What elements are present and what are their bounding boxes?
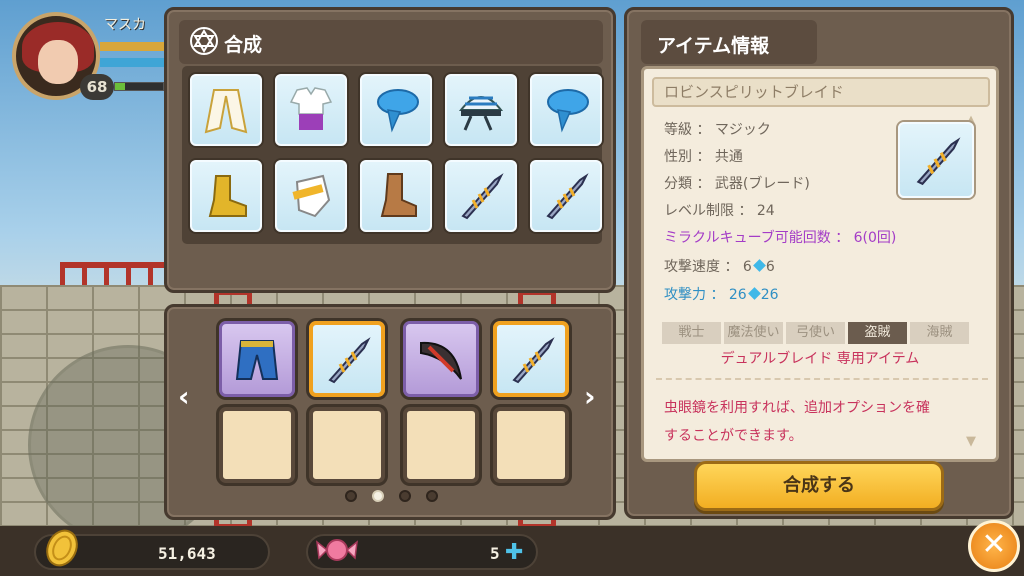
attack-speed-gem-value: 6 — [765, 259, 775, 275]
job-tag-archer: 弓使い — [786, 322, 845, 344]
stat-level-req: レベル制限 ： 24 — [664, 203, 775, 219]
description-line-2: することができます。 — [664, 428, 803, 444]
item-info-title: アイテム情報 — [657, 35, 770, 57]
add-candy-icon[interactable]: ✚ — [505, 540, 523, 565]
blade-icon — [512, 337, 555, 384]
gloves-icon — [292, 174, 331, 218]
job-tags: 戦士 魔法使い 弓使い 盗賊 海賊 — [662, 322, 969, 344]
katara-icon — [420, 341, 462, 380]
page-dot[interactable] — [426, 490, 438, 502]
blade-icon — [461, 173, 504, 220]
stat-grade: 等級 ： マジック — [664, 122, 771, 138]
next-page-arrow-icon[interactable]: › — [584, 380, 596, 413]
empty-material-slot[interactable] — [493, 407, 569, 483]
page-dot-active[interactable] — [372, 490, 384, 502]
shirt-icon — [289, 87, 333, 130]
mp-bar — [100, 58, 164, 67]
white-cape-icon — [204, 89, 248, 134]
stat-category: 分類 ： 武器(ブレード) — [664, 176, 810, 192]
job-tag-magician: 魔法使い — [724, 322, 783, 344]
material-panel — [164, 304, 616, 520]
blade-icon — [546, 173, 589, 220]
synthesize-button[interactable]: 合成する — [694, 461, 944, 511]
blade-icon — [916, 137, 961, 186]
item-info-body: ロビンスピリットブレイド ▲ 等級 ： マジック 性別 ： 共通 分類 ： 武器… — [641, 66, 999, 462]
scroll-down-icon[interactable]: ▼ — [966, 434, 976, 449]
exp-fill — [115, 83, 125, 90]
coin-icon — [46, 529, 78, 567]
material-slot[interactable] — [219, 321, 295, 397]
gem-icon — [752, 259, 766, 272]
brown-boots-icon — [380, 173, 417, 217]
stat-miracle-cube: ミラクルキューブ可能回数 ： 6(0回) — [664, 230, 897, 246]
close-button[interactable]: ✕ — [968, 520, 1020, 572]
exclusive-text: デュアルブレイド 専用アイテム — [720, 351, 920, 367]
item-slot[interactable] — [445, 74, 517, 146]
attack-speed-label: 攻撃速度 ： 6 — [664, 259, 752, 275]
exp-bar — [114, 82, 164, 91]
item-preview — [898, 122, 974, 198]
page-dot[interactable] — [399, 490, 411, 502]
item-slot[interactable] — [360, 74, 432, 146]
item-name: ロビンスピリットブレイド — [652, 77, 990, 107]
bandana-icon — [547, 89, 589, 133]
meso-amount: 51,643 — [158, 544, 216, 563]
yellow-boots-icon — [208, 175, 247, 217]
avatar-face — [38, 40, 78, 84]
attack-label: 攻撃力 ： 26 — [664, 287, 747, 303]
hp-bar — [100, 42, 164, 51]
page-dot[interactable] — [345, 490, 357, 502]
material-slot[interactable] — [403, 321, 479, 397]
level-badge: 68 — [80, 74, 114, 100]
empty-material-slot[interactable] — [403, 407, 479, 483]
player-hud: マスカ 68 — [0, 0, 190, 110]
item-slot[interactable] — [190, 74, 262, 146]
item-slot[interactable] — [445, 160, 517, 232]
candy-amount: 5 — [490, 544, 500, 563]
material-slot[interactable] — [309, 321, 385, 397]
material-slot[interactable] — [493, 321, 569, 397]
prev-page-arrow-icon[interactable]: ‹ — [178, 380, 190, 413]
stat-gender: 性別 ： 共通 — [664, 149, 743, 165]
divider — [656, 378, 988, 380]
hexagram-icon — [190, 27, 218, 55]
candy-icon — [316, 539, 358, 561]
synthesis-title: 合成 — [224, 34, 263, 56]
job-tag-thief: 盗賊 — [848, 322, 907, 344]
description-line-1: 虫眼鏡を利用すれば、追加オプションを確 — [664, 400, 930, 416]
item-slot[interactable] — [530, 160, 602, 232]
striped-bandana-icon — [458, 96, 504, 131]
stat-attack-speed: 攻撃速度 ： 6 6 — [664, 256, 775, 276]
item-slot[interactable] — [275, 160, 347, 232]
attack-gem-value: 26 — [760, 287, 779, 303]
player-name: マスカ — [104, 17, 146, 33]
gem-icon — [747, 287, 761, 300]
blue-pants-icon — [235, 340, 279, 380]
item-slot[interactable] — [360, 160, 432, 232]
item-slot[interactable] — [190, 160, 262, 232]
job-tag-pirate: 海賊 — [910, 322, 969, 344]
empty-material-slot[interactable] — [309, 407, 385, 483]
item-slot[interactable] — [530, 74, 602, 146]
item-grid — [182, 66, 602, 244]
item-info-panel: アイテム情報 ロビンスピリットブレイド ▲ 等級 ： マジック 性別 ： 共通 … — [624, 7, 1014, 519]
job-tag-warrior: 戦士 — [662, 322, 721, 344]
item-slot[interactable] — [275, 74, 347, 146]
bandana-icon — [377, 89, 419, 133]
empty-material-slot[interactable] — [219, 407, 295, 483]
blade-icon — [328, 337, 371, 384]
synthesis-panel: 合成 — [164, 7, 616, 293]
stat-attack: 攻撃力 ： 26 26 — [664, 284, 779, 304]
